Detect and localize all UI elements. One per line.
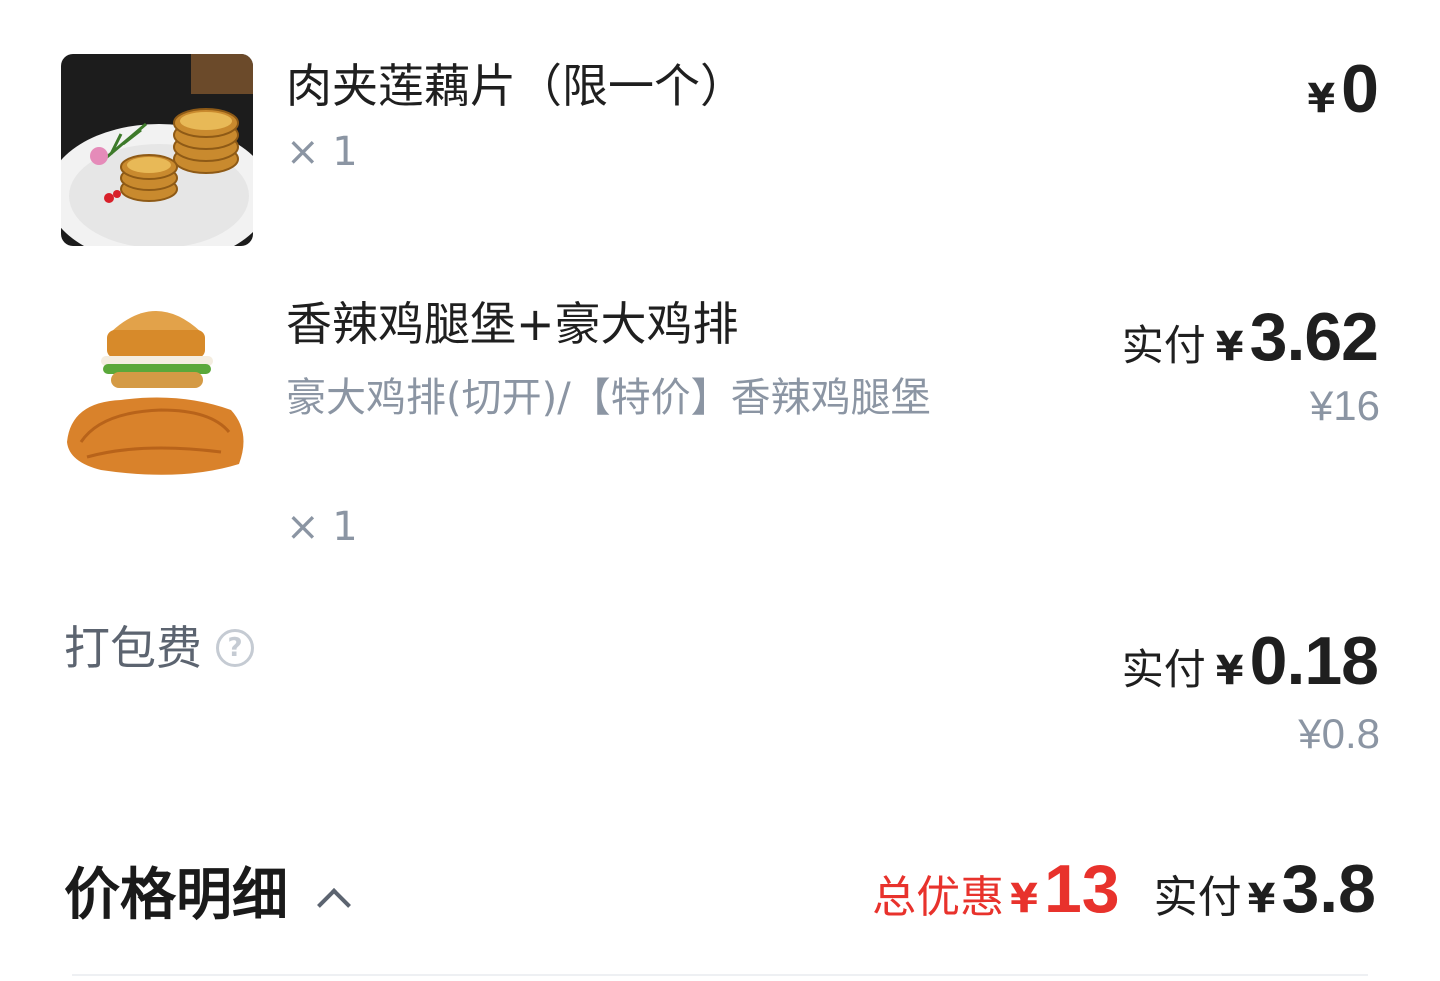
price-amount: 0 [1341, 51, 1379, 127]
price-detail-toggle[interactable]: 价格明细 [64, 862, 351, 930]
original-price: ¥16 [1309, 382, 1380, 429]
item-quantity: × 1 [286, 504, 358, 550]
burger-and-chicken-cutlet-image [61, 292, 253, 484]
price-amount: 0.18 [1249, 623, 1379, 699]
packing-fee-pay-price: 实付 ¥ 0.18 [1121, 622, 1379, 700]
currency-symbol: ¥ [1307, 76, 1336, 122]
packing-fee-label: 打包费 [64, 621, 202, 675]
discount-label: 总优惠 [872, 872, 1005, 923]
pay-label: 实付 [1121, 645, 1206, 694]
total-pay-label: 实付 [1153, 872, 1242, 923]
item-name: 香辣鸡腿堡+豪大鸡排 [286, 297, 739, 351]
currency-symbol: ¥ [1215, 648, 1244, 694]
item-quantity: × 1 [286, 129, 358, 175]
price-detail-title: 价格明细 [64, 863, 288, 928]
price-amount: 3.62 [1249, 299, 1379, 375]
total-pay: 实付 ¥ 3.8 [1154, 850, 1376, 928]
item-pay-price: 实付 ¥ 3.62 [1121, 298, 1379, 376]
currency-symbol: ¥ [1215, 324, 1244, 370]
burger-and-chicken-cutlet-image-art [61, 292, 253, 484]
total-pay-amount: 3.8 [1281, 851, 1376, 927]
item-price: ¥ 0 [1307, 50, 1379, 128]
total-discount: 总优惠 ¥ 13 [872, 850, 1119, 928]
item-spec: 豪大鸡排(切开)/【特价】香辣鸡腿堡 [286, 375, 931, 421]
divider [72, 974, 1368, 976]
packing-fee-row: 打包费 ? [64, 620, 254, 676]
question-circle-icon[interactable]: ? [216, 629, 254, 667]
currency-symbol: ¥ [1010, 876, 1038, 922]
lotus-root-cake-image-art [61, 54, 253, 246]
packing-fee-original-price: ¥0.8 [1298, 710, 1380, 757]
lotus-root-cake-image [61, 54, 253, 246]
item-name: 肉夹莲藕片（限一个） [286, 59, 746, 113]
currency-symbol: ¥ [1247, 876, 1276, 922]
discount-amount: 13 [1043, 851, 1120, 927]
pay-label: 实付 [1121, 321, 1206, 370]
price-summary: 总优惠 ¥ 13 实付 ¥ 3.8 [872, 850, 1376, 928]
order-price-panel: 肉夹莲藕片（限一个） × 1 ¥ 0 香辣鸡腿堡+豪大鸡排 豪大鸡排(切开)/【… [0, 0, 1440, 981]
chevron-up-icon [317, 888, 351, 922]
